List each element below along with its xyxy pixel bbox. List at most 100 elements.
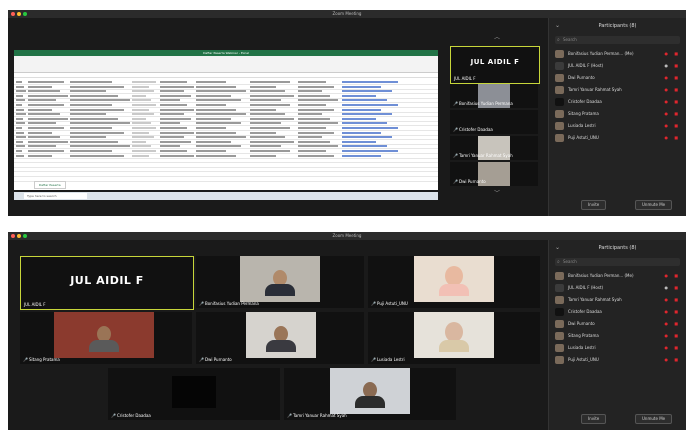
excel-cell[interactable] (196, 131, 236, 134)
excel-cell[interactable] (16, 81, 22, 83)
video-tile[interactable]: 🎤Dwi Purnanto (196, 312, 364, 364)
excel-cell[interactable] (132, 81, 156, 83)
excel-cell[interactable] (132, 122, 152, 125)
invite-button[interactable]: Invite (581, 414, 607, 424)
participant-row[interactable]: Lusiada Lestri ● ■ (555, 120, 682, 132)
excel-cell[interactable] (298, 113, 322, 116)
excel-cell[interactable] (196, 150, 226, 152)
video-tile[interactable]: 🎤Tamri Yanuar Rahmat Syah (284, 368, 456, 420)
excel-cell[interactable] (342, 150, 398, 152)
participant-row[interactable]: JUL AIDIL F (Host) ● ■ (555, 60, 682, 72)
excel-cell[interactable] (70, 136, 106, 139)
excel-cell[interactable] (196, 104, 226, 106)
excel-cell[interactable] (342, 81, 398, 83)
excel-cell[interactable] (70, 81, 112, 83)
scroll-up-icon[interactable]: ︿ (494, 32, 500, 41)
excel-cell[interactable] (28, 81, 64, 83)
video-tile[interactable]: JUL AIDIL F JUL AIDIL F (20, 256, 194, 310)
unmute-me-button[interactable]: Unmute Me (635, 414, 673, 424)
excel-cell[interactable] (132, 94, 147, 97)
excel-cell[interactable] (250, 150, 290, 152)
participant-row[interactable]: Tamri Yanuar Rahmat Syah ● ■ (555, 84, 682, 96)
excel-cell[interactable] (250, 117, 294, 120)
excel-cell[interactable] (298, 136, 322, 139)
video-tile-sidebar[interactable]: 🎤Tamri Yanuar Rahmat Syah (450, 136, 538, 160)
excel-cell[interactable] (28, 127, 64, 129)
participant-row[interactable]: Dwi Purnanto ● ■ (555, 318, 682, 330)
excel-cell[interactable] (196, 85, 236, 88)
video-tile-sidebar[interactable]: 🎤Bonifasius Yudian Permana (450, 84, 538, 108)
excel-cell[interactable] (160, 122, 181, 125)
excel-cell[interactable] (160, 113, 184, 116)
excel-cell[interactable] (250, 108, 277, 111)
video-tile[interactable]: 🎤Bonifasius Yudian Permana (196, 256, 364, 308)
excel-cell[interactable] (298, 131, 334, 134)
excel-cell[interactable] (160, 94, 191, 97)
excel-cell[interactable] (160, 154, 194, 157)
excel-cell[interactable] (342, 113, 393, 116)
excel-cell[interactable] (298, 127, 326, 129)
excel-cell[interactable] (16, 140, 23, 143)
participant-row[interactable]: Puji Astuti_UNU ● ■ (555, 354, 682, 366)
excel-cell[interactable] (132, 90, 154, 93)
excel-cell[interactable] (160, 90, 184, 93)
excel-cell[interactable] (28, 104, 64, 106)
excel-cell[interactable] (70, 85, 124, 88)
video-tile[interactable]: 🎤Lusiada Lestri (368, 312, 540, 364)
excel-cell[interactable] (16, 131, 24, 134)
excel-cell[interactable] (298, 108, 334, 111)
excel-cell[interactable] (196, 94, 231, 97)
excel-cell[interactable] (16, 127, 22, 129)
excel-cell[interactable] (28, 154, 52, 157)
excel-cell[interactable] (250, 99, 281, 102)
excel-cell[interactable] (16, 94, 23, 97)
excel-cell[interactable] (70, 150, 112, 152)
excel-cell[interactable] (132, 85, 149, 88)
excel-cell[interactable] (16, 85, 24, 88)
excel-cell[interactable] (342, 154, 382, 157)
excel-cell[interactable] (160, 150, 188, 152)
unmute-me-button[interactable]: Unmute Me (635, 200, 673, 210)
excel-cell[interactable] (70, 94, 118, 97)
excel-cell[interactable] (28, 99, 56, 102)
excel-cell[interactable] (196, 108, 236, 111)
excel-cell[interactable] (16, 122, 25, 125)
participant-row[interactable]: Sitang Pratama ● ■ (555, 108, 682, 120)
excel-cell[interactable] (196, 140, 231, 143)
participant-row[interactable]: Puji Astuti_UNU ● ■ (555, 132, 682, 144)
excel-cell[interactable] (132, 145, 152, 148)
excel-cell[interactable] (132, 113, 154, 116)
excel-cell[interactable] (298, 122, 338, 125)
excel-cell[interactable] (342, 140, 376, 143)
video-tile[interactable]: 🎤Sitang Pratama (20, 312, 192, 364)
excel-cell[interactable] (28, 122, 56, 125)
excel-cell[interactable] (342, 90, 393, 93)
excel-cell[interactable] (298, 99, 338, 102)
excel-cell[interactable] (132, 154, 149, 157)
excel-cell[interactable] (196, 90, 246, 93)
excel-cell[interactable] (298, 145, 338, 148)
excel-cell[interactable] (28, 150, 64, 152)
excel-cell[interactable] (28, 140, 68, 143)
excel-cell[interactable] (132, 136, 154, 139)
participant-row[interactable]: JUL AIDIL F (Host) ● ■ (555, 282, 682, 294)
excel-cell[interactable] (250, 136, 286, 139)
excel-cell[interactable] (160, 99, 181, 102)
participant-row[interactable]: Bonifasius Yudian Perman... (Me) ● ■ (555, 48, 682, 60)
excel-cell[interactable] (16, 90, 26, 93)
excel-cell[interactable] (28, 113, 60, 116)
excel-cell[interactable] (196, 81, 226, 83)
excel-cell[interactable] (196, 136, 246, 139)
excel-cell[interactable] (160, 145, 181, 148)
video-tile[interactable]: 🎤Cristofer Daadaa (108, 368, 280, 420)
excel-cell[interactable] (298, 94, 330, 97)
excel-cell[interactable] (160, 85, 194, 88)
excel-cell[interactable] (132, 127, 156, 129)
excel-cell[interactable] (250, 122, 281, 125)
excel-cell[interactable] (132, 140, 147, 143)
excel-cell[interactable] (16, 154, 24, 157)
excel-cell[interactable] (250, 104, 290, 106)
excel-cell[interactable] (342, 136, 393, 139)
excel-cell[interactable] (342, 108, 382, 111)
excel-cell[interactable] (70, 145, 130, 148)
